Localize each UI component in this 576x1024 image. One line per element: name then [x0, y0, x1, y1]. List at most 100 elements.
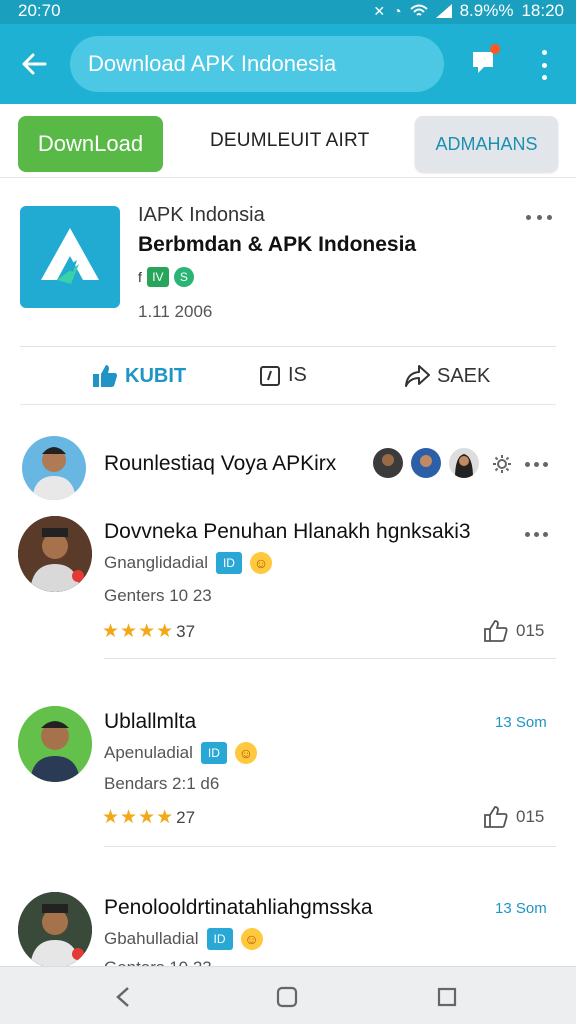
arrow-left-icon	[22, 53, 47, 75]
divider	[104, 846, 556, 847]
post-meta: Gnanglidadial ID ☺	[104, 552, 272, 574]
download-button[interactable]: DownLoad	[18, 116, 163, 172]
action-row: DownLoad DEUMLEUIT AIRT ADMAHANS	[0, 104, 576, 178]
avatar[interactable]	[18, 516, 92, 592]
thumbs-up-icon	[484, 806, 508, 828]
post-item: Ublallmlta 13 Som Apenuladial ID ☺ Benda…	[0, 700, 576, 848]
rating: ★★★★ 37	[102, 620, 195, 643]
comment-button[interactable]: IS	[259, 364, 307, 387]
nav-home-icon	[276, 986, 298, 1008]
post-item: Dovvneka Penuhan Hlanakh hgnksaki3 Gnang…	[0, 510, 576, 660]
nav-back-button[interactable]	[110, 984, 136, 1010]
post-item: Penolooldrtinatahliahgmsska 13 Som Gbahu…	[0, 886, 576, 966]
badge-prefix: f	[138, 269, 142, 285]
more-vertical-icon	[541, 50, 547, 55]
like-count: 015	[516, 621, 545, 640]
more-horizontal-button[interactable]	[525, 532, 548, 537]
battery-percent: 8.9%%	[459, 1, 514, 20]
alarm-icon: ◔	[393, 3, 402, 19]
status-time: 20:70	[18, 1, 61, 20]
middle-tab-label[interactable]: DEUMLEUIT AIRT	[210, 130, 369, 152]
share-button[interactable]: SAEK	[404, 364, 490, 388]
notification-button[interactable]	[470, 44, 500, 78]
app-subtitle: Berbmdan & APK Indonesia	[138, 233, 417, 256]
avatar	[371, 446, 405, 480]
interaction-row: KUBIT IS SAEK	[0, 352, 576, 405]
search-text: Download APK Indonesia	[88, 51, 337, 76]
iv-badge: IV	[146, 267, 169, 287]
navigation-bar	[0, 966, 576, 1024]
rating-count: 37	[176, 621, 196, 641]
star-rating: ★★★★	[102, 807, 175, 828]
status-bar: 20:70 ✕ ◔ 8.9%% 18:20	[0, 0, 576, 24]
like-label: KUBIT	[125, 364, 187, 387]
wifi-icon	[409, 4, 428, 16]
post-author: Gnanglidadial	[104, 553, 208, 572]
divider	[104, 658, 556, 659]
post-subtitle: Genters 10 23	[104, 586, 212, 605]
share-label: SAEK	[437, 364, 491, 387]
emoji-icon: ☺	[234, 742, 257, 764]
avatar	[409, 446, 443, 480]
rating: ★★★★ 27	[102, 806, 195, 829]
more-options-button[interactable]	[532, 50, 556, 80]
search-bar[interactable]: Download APK Indonesia	[70, 36, 444, 92]
id-badge: ID	[206, 928, 233, 950]
like-button[interactable]: KUBIT	[92, 364, 186, 388]
id-badge: ID	[200, 742, 227, 764]
comment-icon	[260, 365, 280, 386]
settings-button[interactable]	[492, 454, 512, 479]
clock: 18:20	[521, 1, 564, 20]
post-meta: Apenuladial ID ☺	[104, 742, 257, 764]
nav-recents-button[interactable]	[434, 984, 460, 1010]
post-time: 13 Som	[495, 714, 547, 731]
status-icons: ✕ ◔ 8.9%% 18:20	[373, 1, 564, 21]
thumbs-up-icon	[484, 620, 508, 642]
post-subtitle: Gentars 10 23	[104, 958, 212, 966]
post-author: Gbahulladial	[104, 929, 199, 948]
app-badges: f IV S	[138, 267, 194, 287]
more-horizontal-icon	[525, 462, 530, 467]
share-icon	[405, 365, 430, 387]
verified-badge: S	[173, 267, 194, 287]
id-badge: ID	[215, 552, 242, 574]
member-avatars[interactable]	[371, 446, 481, 480]
more-horizontal-icon	[525, 532, 530, 537]
avatar[interactable]	[18, 706, 92, 782]
rating-count: 27	[176, 807, 196, 827]
notification-dot	[490, 44, 500, 54]
post-like-button[interactable]: 015	[484, 806, 544, 828]
star-rating: ★★★★	[102, 621, 175, 642]
post-author: Apenuladial	[104, 743, 193, 762]
mute-icon: ✕	[373, 2, 386, 19]
app-bar: Download APK Indonesia	[0, 24, 576, 104]
apk-logo-icon	[41, 228, 99, 284]
emoji-icon: ☺	[240, 928, 263, 950]
app-card: IAPK Indonsia Berbmdan & APK Indonesia f…	[0, 180, 576, 352]
app-name: IAPK Indonsia	[138, 204, 265, 226]
post-meta: Gbahulladial ID ☺	[104, 928, 263, 950]
post-time: 13 Som	[495, 900, 547, 917]
back-button[interactable]	[16, 46, 52, 82]
divider	[20, 404, 556, 405]
post-like-button[interactable]: 015	[484, 620, 544, 642]
app-logo[interactable]	[20, 206, 120, 308]
post-title[interactable]: Penolooldrtinatahliahgmsska	[104, 896, 373, 920]
nav-recents-icon	[437, 987, 457, 1007]
divider	[20, 346, 556, 347]
post-title[interactable]: Ublallmlta	[104, 710, 196, 734]
admahans-button[interactable]: ADMAHANS	[415, 116, 558, 172]
avatar[interactable]	[22, 436, 86, 500]
signal-icon	[435, 4, 452, 18]
community-title[interactable]: Rounlestiaq Voya APKirx	[104, 452, 336, 476]
card-more-button[interactable]	[526, 215, 552, 220]
post-subtitle: Bendars 2:1 d6	[104, 774, 220, 793]
gear-icon	[493, 455, 511, 473]
more-horizontal-button[interactable]	[525, 462, 548, 467]
post-title[interactable]: Dovvneka Penuhan Hlanakh hgnksaki3	[104, 520, 471, 544]
avatar[interactable]	[18, 892, 92, 966]
thumbs-up-icon	[93, 365, 117, 387]
nav-home-button[interactable]	[274, 984, 300, 1010]
nav-back-icon	[116, 987, 129, 1007]
emoji-icon: ☺	[249, 552, 272, 574]
